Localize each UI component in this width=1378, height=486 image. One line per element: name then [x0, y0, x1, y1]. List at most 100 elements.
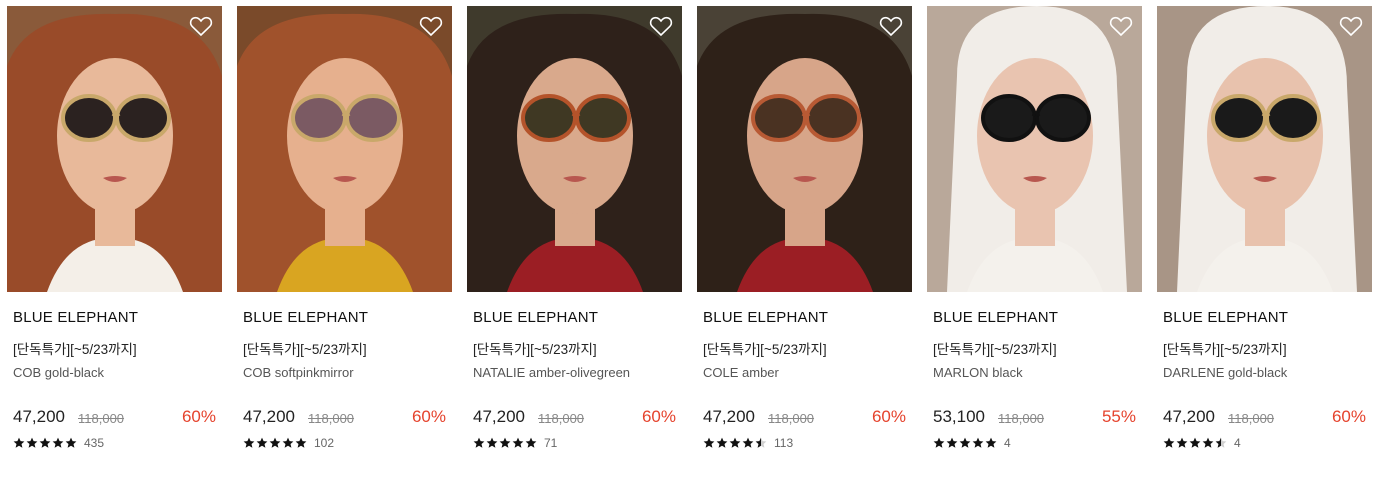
star-icon	[972, 437, 984, 448]
original-price: 118,000	[1228, 411, 1275, 426]
product-image[interactable]	[697, 6, 912, 292]
rating: 113	[703, 436, 793, 450]
star-icon	[256, 437, 268, 448]
review-count: 102	[314, 436, 335, 450]
model-photo	[7, 6, 222, 292]
review-count: 4	[1004, 436, 1011, 450]
product-name[interactable]: MARLON black	[933, 365, 1023, 380]
star-icon	[1163, 437, 1175, 448]
brand-name[interactable]: BLUE ELEPHANT	[13, 309, 138, 326]
sale-price: 47,200	[13, 407, 65, 426]
star-rating	[933, 437, 998, 449]
star-icon	[1189, 437, 1201, 448]
star-icon	[26, 437, 38, 448]
star-icon	[52, 437, 64, 448]
original-price: 118,000	[538, 411, 585, 426]
brand-name[interactable]: BLUE ELEPHANT	[473, 309, 598, 326]
star-icon	[959, 437, 971, 448]
star-icon	[1215, 437, 1227, 448]
heart-icon[interactable]	[189, 15, 213, 37]
heart-icon[interactable]	[419, 15, 443, 37]
star-icon	[499, 437, 511, 448]
star-icon	[13, 437, 25, 448]
heart-icon[interactable]	[1109, 15, 1133, 37]
review-count: 4	[1234, 436, 1241, 450]
rating: 4	[933, 436, 1011, 450]
star-icon	[65, 437, 77, 448]
heart-icon[interactable]	[649, 15, 673, 37]
star-icon	[933, 437, 945, 448]
star-icon	[946, 437, 958, 448]
product-image[interactable]	[7, 6, 222, 292]
product-card[interactable]: BLUE ELEPHANT [단독특가][~5/23까지] COLE amber…	[697, 6, 912, 476]
product-image[interactable]	[1157, 6, 1372, 292]
rating: 71	[473, 436, 557, 450]
brand-name[interactable]: BLUE ELEPHANT	[1163, 309, 1288, 326]
star-icon	[1176, 437, 1188, 448]
promo-label: [단독특가][~5/23까지]	[933, 342, 1057, 357]
brand-name[interactable]: BLUE ELEPHANT	[933, 309, 1058, 326]
product-name[interactable]: COB gold-black	[13, 365, 104, 380]
discount-rate: 55%	[1101, 407, 1136, 426]
model-photo	[1157, 6, 1372, 292]
original-price: 118,000	[998, 411, 1045, 426]
star-icon	[525, 437, 537, 448]
promo-label: [단독특가][~5/23까지]	[243, 342, 367, 357]
sale-price: 47,200	[473, 407, 525, 426]
discount-rate: 60%	[871, 407, 906, 426]
product-card[interactable]: BLUE ELEPHANT [단독특가][~5/23까지] DARLENE go…	[1157, 6, 1372, 476]
star-icon	[295, 437, 307, 448]
star-icon	[716, 437, 728, 448]
star-icon	[473, 437, 485, 448]
product-card[interactable]: BLUE ELEPHANT [단독특가][~5/23까지] COB softpi…	[237, 6, 452, 476]
product-image[interactable]	[237, 6, 452, 292]
star-rating	[1163, 437, 1228, 449]
promo-label: [단독특가][~5/23까지]	[473, 342, 597, 357]
original-price: 118,000	[308, 411, 355, 426]
star-icon	[729, 437, 741, 448]
star-icon	[282, 437, 294, 448]
star-icon	[243, 437, 255, 448]
star-icon	[985, 437, 997, 448]
product-card[interactable]: BLUE ELEPHANT [단독특가][~5/23까지] NATALIE am…	[467, 6, 682, 476]
star-rating	[473, 437, 538, 449]
star-icon	[742, 437, 754, 448]
model-photo	[237, 6, 452, 292]
product-name[interactable]: COB softpinkmirror	[243, 365, 354, 380]
review-count: 435	[84, 436, 105, 450]
product-card[interactable]: BLUE ELEPHANT [단독특가][~5/23까지] COB gold-b…	[7, 6, 222, 476]
sale-price: 53,100	[933, 407, 985, 426]
brand-name[interactable]: BLUE ELEPHANT	[703, 309, 828, 326]
promo-label: [단독특가][~5/23까지]	[1163, 342, 1287, 357]
star-icon	[512, 437, 524, 448]
model-photo	[927, 6, 1142, 292]
heart-icon[interactable]	[1339, 15, 1363, 37]
heart-icon[interactable]	[879, 15, 903, 37]
sale-price: 47,200	[1163, 407, 1215, 426]
rating: 435	[13, 436, 104, 450]
rating: 102	[243, 436, 334, 450]
discount-rate: 60%	[181, 407, 216, 426]
product-name[interactable]: NATALIE amber-olivegreen	[473, 365, 630, 380]
product-image[interactable]	[467, 6, 682, 292]
brand-name[interactable]: BLUE ELEPHANT	[243, 309, 368, 326]
product-name[interactable]: COLE amber	[703, 365, 779, 380]
product-image[interactable]	[927, 6, 1142, 292]
discount-rate: 60%	[641, 407, 676, 426]
star-icon	[1202, 437, 1214, 448]
product-card[interactable]: BLUE ELEPHANT [단독특가][~5/23까지] MARLON bla…	[927, 6, 1142, 476]
model-photo	[697, 6, 912, 292]
rating: 4	[1163, 436, 1241, 450]
star-icon	[269, 437, 281, 448]
star-icon	[703, 437, 715, 448]
product-name[interactable]: DARLENE gold-black	[1163, 365, 1287, 380]
sale-price: 47,200	[243, 407, 295, 426]
product-grid: BLUE ELEPHANT [단독특가][~5/23까지] COB gold-b…	[0, 0, 1378, 486]
star-icon	[755, 437, 767, 448]
original-price: 118,000	[78, 411, 125, 426]
discount-rate: 60%	[1331, 407, 1366, 426]
sale-price: 47,200	[703, 407, 755, 426]
promo-label: [단독특가][~5/23까지]	[703, 342, 827, 357]
review-count: 113	[774, 436, 794, 450]
discount-rate: 60%	[411, 407, 446, 426]
